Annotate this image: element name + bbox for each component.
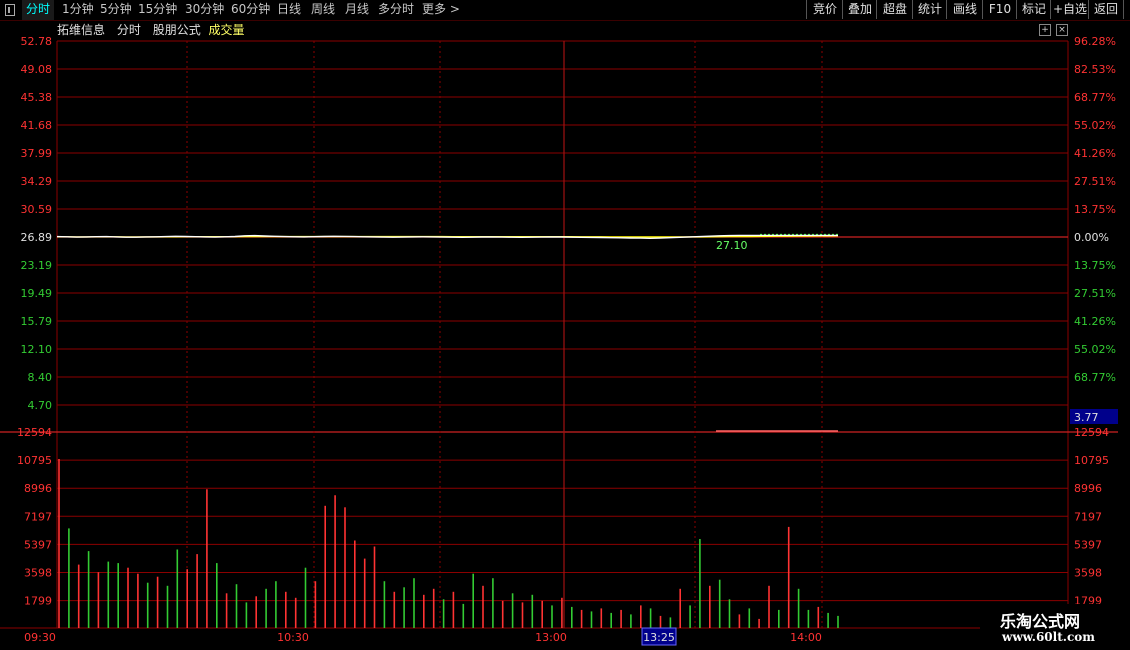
price-axis-label: 19.49 [21, 287, 53, 300]
percent-axis-label: 55.02% [1074, 119, 1116, 132]
percent-axis-label: 96.28% [1074, 35, 1116, 48]
percent-axis-label: 82.53% [1074, 63, 1116, 76]
price-axis-label: 41.68 [21, 119, 53, 132]
price-axis-label: 34.29 [21, 175, 53, 188]
volume-axis-label-right: 10795 [1074, 454, 1109, 467]
volume-axis-label-right: 7197 [1074, 510, 1102, 523]
site-logo: 乐淘公式网 www.60lt.com [980, 604, 1130, 650]
time-axis-label: 13:00 [535, 631, 567, 644]
percent-axis-label: 55.02% [1074, 343, 1116, 356]
volume-axis-label-right: 5397 [1074, 538, 1102, 551]
intraday-chart[interactable]: 52.78 49.08 45.38 41.68 37.99 34.29 30.59 26.89… [0, 0, 1130, 650]
price-axis-label: 12.10 [21, 343, 53, 356]
percent-axis-label: 68.77% [1074, 371, 1116, 384]
price-axis-label: 30.59 [21, 203, 53, 216]
percent-axis-label: 13.75% [1074, 259, 1116, 272]
price-axis-label: 23.19 [21, 259, 53, 272]
percent-axis-label: 13.75% [1074, 203, 1116, 216]
right-side-strip [1118, 22, 1130, 492]
volume-axis-label-right: 8996 [1074, 482, 1102, 495]
price-axis-label: 45.38 [21, 91, 53, 104]
price-axis-label: 52.78 [21, 35, 53, 48]
price-axis-label: 49.08 [21, 63, 53, 76]
percent-axis-label: 27.51% [1074, 287, 1116, 300]
volume-axis-label: 12594 [17, 426, 52, 439]
cursor-time-label: 13:25 [643, 631, 675, 644]
current-price-label: 27.10 [716, 239, 748, 252]
volume-axis-label: 10795 [17, 454, 52, 467]
price-axis-label: 15.79 [21, 315, 53, 328]
time-axis-label: 09:30 [24, 631, 56, 644]
percent-axis-label: 41.26% [1074, 147, 1116, 160]
cursor-value-label: 3.77 [1074, 411, 1099, 424]
logo-url: www.60lt.com [1002, 630, 1095, 644]
volume-axis-label: 3598 [24, 567, 52, 580]
price-axis-label: 4.70 [28, 399, 53, 412]
percent-axis-label: 41.26% [1074, 315, 1116, 328]
volume-axis-label: 7197 [24, 510, 52, 523]
volume-axis-label-right: 3598 [1074, 567, 1102, 580]
volume-axis-label: 5397 [24, 538, 52, 551]
time-axis-label: 10:30 [277, 631, 309, 644]
price-axis-label: 8.40 [28, 371, 53, 384]
percent-axis-label: 0.00% [1074, 231, 1109, 244]
volume-axis-label: 8996 [24, 482, 52, 495]
time-axis-label: 14:00 [790, 631, 822, 644]
price-axis-label: 26.89 [21, 231, 53, 244]
percent-axis-label: 68.77% [1074, 91, 1116, 104]
volume-axis-label: 1799 [24, 595, 52, 608]
logo-name: 乐淘公式网 [1000, 612, 1081, 631]
volume-axis-label-right: 12594 [1074, 426, 1109, 439]
percent-axis-label: 27.51% [1074, 175, 1116, 188]
price-axis-label: 37.99 [21, 147, 53, 160]
